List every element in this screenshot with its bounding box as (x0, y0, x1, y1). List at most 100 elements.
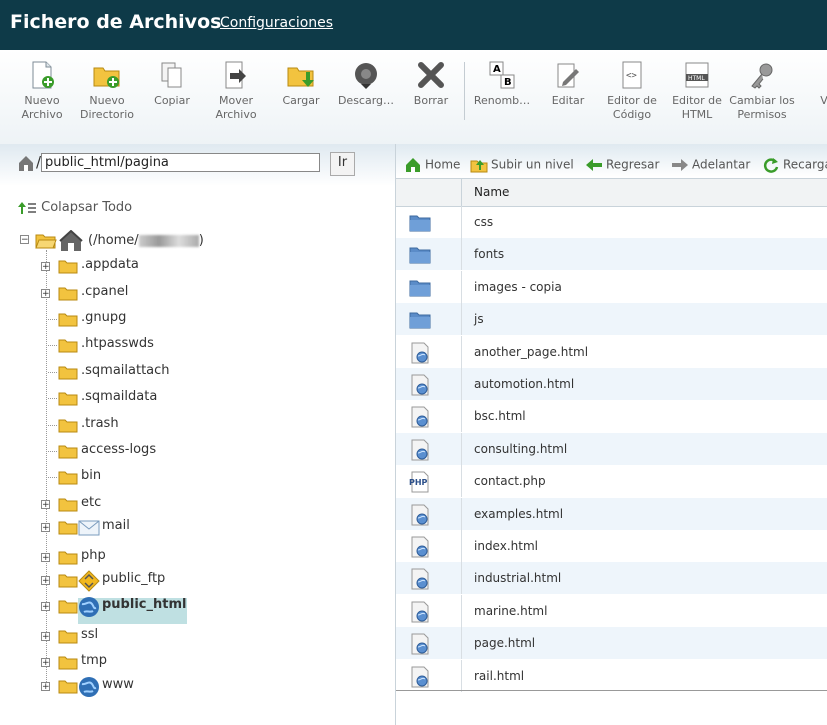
file-name[interactable]: css (474, 215, 493, 229)
tree-expand-toggle[interactable]: + (41, 553, 50, 563)
file-row[interactable]: index.html (396, 530, 827, 562)
file-name[interactable]: automotion.html (474, 377, 574, 391)
html-file-icon (411, 374, 429, 396)
copy-icon (161, 62, 182, 88)
tree-connector (48, 372, 57, 373)
file-row[interactable]: examples.html (396, 497, 827, 530)
file-row[interactable]: another_page.html (396, 335, 827, 368)
file-row[interactable]: fonts (396, 238, 827, 271)
html-file-icon (411, 666, 429, 688)
tree-root-label[interactable]: (/home/) (88, 233, 204, 248)
view-button[interactable]: Ve (794, 60, 827, 108)
tree-collapse-toggle[interactable]: − (20, 235, 29, 245)
html-editor-button[interactable]: HTML Editor de HTML (664, 60, 730, 121)
change-permissions-button[interactable]: Cambiar los Permisos (729, 60, 795, 121)
copy-button[interactable]: Copiar (139, 60, 205, 108)
tree-expand-toggle[interactable]: + (41, 289, 50, 299)
go-button[interactable]: Ir (330, 152, 355, 176)
tree-connector (48, 345, 57, 346)
new-folder-button[interactable]: Nuevo Directorio (74, 60, 140, 121)
delete-icon (418, 62, 444, 88)
file-row[interactable]: css (396, 206, 827, 238)
arrow-left-icon (586, 159, 602, 171)
tree-expand-toggle[interactable]: + (41, 602, 50, 612)
tree-item-label[interactable]: etc (81, 495, 101, 510)
file-row[interactable]: bsc.html (396, 400, 827, 433)
tree-expand-toggle[interactable]: + (41, 658, 50, 668)
tree-expand-toggle[interactable]: + (41, 262, 50, 272)
file-name[interactable]: js (474, 312, 484, 326)
file-name[interactable]: industrial.html (474, 571, 561, 585)
tree-item-label[interactable]: access-logs (81, 442, 156, 457)
rename-icon: AB (489, 61, 515, 89)
forward-button[interactable]: Adelantar (671, 157, 750, 173)
new-file-label: Nuevo Archivo (21, 94, 63, 121)
collapse-all-button[interactable]: Colapsar Todo (17, 200, 132, 215)
tree-item-label[interactable]: tmp (81, 653, 107, 668)
file-name[interactable]: bsc.html (474, 409, 526, 423)
file-name[interactable]: examples.html (474, 507, 563, 521)
tree-item-label[interactable]: .sqmailattach (81, 363, 170, 378)
home-icon[interactable] (17, 154, 35, 172)
file-name[interactable]: index.html (474, 539, 538, 553)
code-editor-button[interactable]: <> Editor de Código (599, 60, 665, 121)
rename-button[interactable]: AB Renomb… (469, 60, 535, 108)
tree-item-label[interactable]: .trash (81, 416, 119, 431)
folder-icon (58, 366, 78, 380)
move-file-button[interactable]: Mover Archivo (203, 60, 269, 121)
file-name[interactable]: marine.html (474, 604, 547, 618)
tree-item-label[interactable]: public_html (102, 597, 186, 612)
folder-up-icon (470, 160, 488, 173)
download-button[interactable]: Descarg… (333, 60, 399, 108)
path-input[interactable] (41, 153, 320, 172)
file-row[interactable]: industrial.html (396, 562, 827, 595)
tree-item-label[interactable]: ssl (81, 627, 98, 642)
file-row[interactable]: images - copia (396, 270, 827, 303)
file-row[interactable]: PHP contact.php (396, 465, 827, 498)
back-button[interactable]: Regresar (585, 157, 659, 173)
tree-expand-toggle[interactable]: + (41, 632, 50, 642)
tree-expand-toggle[interactable]: + (41, 576, 50, 586)
file-name[interactable]: fonts (474, 247, 504, 261)
tree-item-label[interactable]: .appdata (81, 257, 139, 272)
file-row[interactable]: marine.html (396, 594, 827, 627)
upload-icon (287, 67, 314, 87)
file-name[interactable]: rail.html (474, 669, 524, 683)
tree-item-label[interactable]: .sqmaildata (81, 389, 157, 404)
tree-item-label[interactable]: mail (102, 518, 130, 533)
edit-button[interactable]: Editar (535, 60, 601, 108)
file-name[interactable]: images - copia (474, 280, 562, 294)
tree-item-label[interactable]: .gnupg (81, 310, 126, 325)
file-name[interactable]: consulting.html (474, 442, 567, 456)
file-name[interactable]: contact.php (474, 474, 546, 488)
directory-tree-pane: / Ir Colapsar Todo − (/home/) + .appdata +… (0, 144, 396, 725)
tree-expand-toggle[interactable]: + (41, 500, 50, 510)
folder-icon (58, 680, 78, 694)
tree-item-label[interactable]: .cpanel (81, 284, 128, 299)
column-separator (461, 303, 462, 336)
tree-connector (48, 477, 57, 478)
html-editor-label: Editor de HTML (672, 94, 722, 121)
tree-item-label[interactable]: php (81, 548, 106, 563)
reload-button[interactable]: Recarga (762, 157, 827, 173)
tree-expand-toggle[interactable]: + (41, 682, 50, 692)
new-file-button[interactable]: Nuevo Archivo (9, 60, 75, 121)
tree-expand-toggle[interactable]: + (41, 523, 50, 533)
tree-item-label[interactable]: .htpasswds (81, 336, 154, 351)
file-row[interactable]: consulting.html (396, 432, 827, 465)
settings-link[interactable]: Configuraciones (220, 15, 333, 31)
file-name[interactable]: another_page.html (474, 345, 588, 359)
delete-button[interactable]: Borrar (398, 60, 464, 108)
file-row[interactable]: page.html (396, 627, 827, 660)
upload-button[interactable]: Cargar (268, 60, 334, 108)
up-one-level-button[interactable]: Subir un nivel (470, 157, 574, 173)
tree-item-label[interactable]: www (102, 677, 134, 692)
file-row[interactable]: rail.html (396, 659, 827, 692)
name-column-header[interactable]: Name (474, 185, 509, 199)
home-nav-button[interactable]: Home (404, 157, 460, 173)
file-name[interactable]: page.html (474, 636, 535, 650)
file-row[interactable]: automotion.html (396, 368, 827, 400)
tree-item-label[interactable]: bin (81, 468, 101, 483)
file-row[interactable]: js (396, 303, 827, 336)
tree-item-label[interactable]: public_ftp (102, 571, 165, 586)
